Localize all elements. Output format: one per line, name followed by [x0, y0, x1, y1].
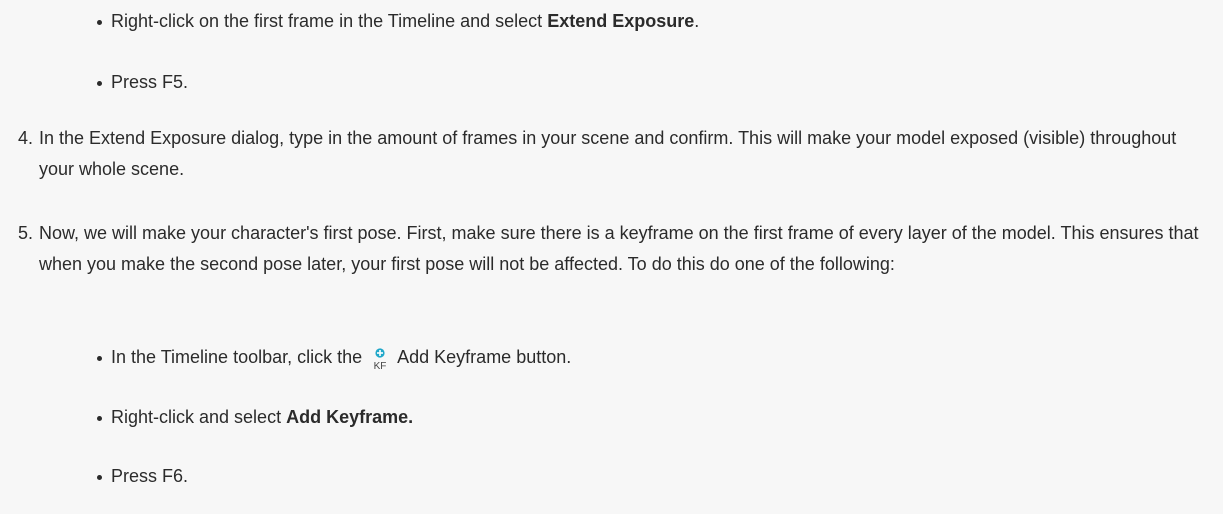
bullet-text: In the Timeline toolbar, click the [111, 347, 368, 367]
bullet-right-click-add-keyframe: Right-click and select Add Keyframe. [96, 404, 414, 430]
step-5: 5. Now, we will make your character's fi… [18, 218, 1213, 280]
step-text: In the Extend Exposure dialog, type in t… [39, 128, 1177, 179]
bullet-text-after-icon: Add Keyframe button. [397, 347, 572, 367]
add-keyframe-icon-label: KF [374, 361, 387, 371]
bullet-bold-text: Add Keyframe. [286, 407, 414, 427]
bullet-text: Press F5. [111, 72, 189, 92]
bullet-press-f5: Press F5. [96, 69, 189, 95]
bullet-tail-text: . [694, 11, 700, 31]
step-text: Now, we will make your character's first… [39, 223, 1199, 274]
add-keyframe-icon: KF [369, 347, 391, 371]
step-number: 5. [18, 223, 34, 243]
bullet-press-f6: Press F6. [96, 463, 189, 489]
step-number: 4. [18, 128, 34, 148]
bullet-add-keyframe-toolbar: In the Timeline toolbar, click the KF Ad… [96, 344, 572, 371]
bullet-bold-text: Extend Exposure [547, 11, 695, 31]
step-4: 4. In the Extend Exposure dialog, type i… [18, 123, 1213, 185]
bullet-extend-exposure: Right-click on the first frame in the Ti… [96, 8, 700, 34]
bullet-text: Right-click and select [111, 407, 287, 427]
bullet-text: Press F6. [111, 466, 189, 486]
bullet-text: Right-click on the first frame in the Ti… [111, 11, 548, 31]
documentation-page: Right-click on the first frame in the Ti… [0, 0, 1223, 514]
